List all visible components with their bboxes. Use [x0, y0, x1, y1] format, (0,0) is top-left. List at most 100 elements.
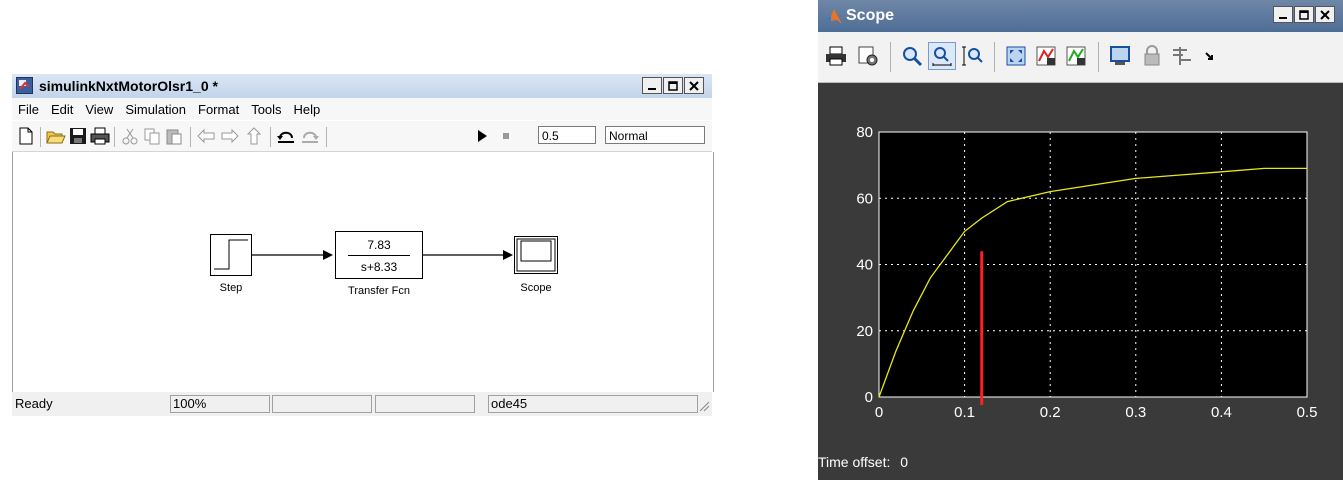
stop-time-input[interactable]: 0.5 — [538, 126, 596, 144]
close-button[interactable] — [1315, 6, 1335, 23]
step-block[interactable] — [210, 234, 252, 276]
matlab-logo-icon — [824, 9, 842, 24]
minimize-button[interactable] — [642, 77, 662, 94]
open-folder-icon — [46, 131, 66, 144]
save-axes-settings-button[interactable] — [1032, 42, 1060, 70]
open-button[interactable] — [46, 126, 66, 146]
menu-file[interactable]: File — [12, 102, 45, 117]
copy-button[interactable] — [142, 126, 162, 146]
solver-name: ode45 — [488, 395, 698, 413]
zoom-x-button[interactable] — [928, 42, 956, 70]
status-cell-blank — [375, 395, 475, 413]
start-simulation-button[interactable] — [472, 126, 492, 146]
y-tick-label: 60 — [856, 190, 873, 207]
zoom-x-icon — [932, 47, 952, 66]
print-button[interactable] — [90, 126, 110, 146]
save-icon — [70, 128, 86, 144]
redo-icon — [302, 131, 319, 143]
new-model-button[interactable] — [16, 126, 36, 146]
menu-simulation[interactable]: Simulation — [119, 102, 192, 117]
zoom-y-button[interactable] — [958, 42, 986, 70]
scope-plot[interactable]: 0 20 40 60 80 0 0.1 0.2 0.3 0.4 0.5 — [818, 83, 1343, 445]
floating-scope-button[interactable] — [1106, 42, 1134, 70]
arrow-icon — [1205, 52, 1213, 60]
model-window-title: simulinkNxtMotorOlsr1_0 * — [39, 78, 218, 94]
maximize-icon — [668, 80, 678, 91]
time-offset-label: Time offset: — [818, 454, 891, 470]
undo-button[interactable] — [276, 126, 296, 146]
scope-titlebar[interactable]: Scope — [818, 0, 1343, 32]
print-button[interactable] — [822, 42, 850, 70]
autoscale-button[interactable] — [1002, 42, 1030, 70]
cut-button[interactable] — [120, 126, 140, 146]
transfer-fcn-label: Transfer Fcn — [348, 285, 410, 297]
menu-edit[interactable]: Edit — [45, 102, 79, 117]
restore-axes-icon — [1066, 46, 1086, 66]
paste-icon — [166, 129, 182, 145]
model-titlebar[interactable]: simulinkNxtMotorOlsr1_0 * — [12, 74, 712, 99]
menu-tools[interactable]: Tools — [245, 102, 287, 117]
play-icon — [478, 130, 487, 142]
menu-bar: File Edit View Simulation Format Tools H… — [12, 98, 712, 120]
model-toolbar: 0.5 Normal — [12, 121, 712, 152]
stop-icon — [503, 133, 509, 139]
toolbar-separator — [270, 127, 271, 147]
maximize-button[interactable] — [663, 77, 683, 94]
x-tick-label: 0 — [875, 404, 883, 421]
forward-button[interactable] — [220, 126, 240, 146]
save-button[interactable] — [68, 126, 88, 146]
maximize-icon — [1299, 9, 1309, 20]
close-button[interactable] — [684, 77, 704, 94]
parameters-button[interactable] — [854, 42, 882, 70]
restore-axes-settings-button[interactable] — [1062, 42, 1090, 70]
back-button[interactable] — [196, 126, 216, 146]
lock-axes-button[interactable] — [1138, 42, 1166, 70]
x-tick-label: 0.4 — [1211, 404, 1232, 421]
step-block-label: Step — [219, 282, 243, 294]
arrow-right-icon — [221, 128, 239, 144]
lock-icon — [1144, 45, 1160, 66]
scope-block-label: Scope — [520, 282, 552, 294]
y-tick-label: 40 — [856, 257, 873, 274]
toolbar-separator — [114, 127, 115, 147]
status-bar: Ready 100% ode45 — [12, 392, 712, 416]
scope-window-title: Scope — [846, 7, 895, 24]
scope-block[interactable] — [514, 236, 558, 274]
minimize-button[interactable] — [1273, 6, 1293, 23]
toolbar-separator — [190, 127, 191, 147]
scope-toolbar — [818, 32, 1343, 83]
redo-button[interactable] — [300, 126, 320, 146]
scope-window: Scope 0 20 40 60 80 0 0.1 0.2 0.3 0.4 0.… — [818, 0, 1343, 480]
time-offset-value: 0 — [900, 454, 909, 470]
minimize-icon — [648, 87, 656, 90]
more-tools-button[interactable] — [1198, 42, 1218, 70]
undo-icon — [277, 131, 294, 143]
up-button[interactable] — [244, 126, 264, 146]
signal-arrow — [503, 250, 513, 260]
stop-simulation-button[interactable] — [496, 126, 516, 146]
signal-selection-button[interactable] — [1168, 42, 1196, 70]
toolbar-separator — [890, 42, 891, 72]
model-canvas[interactable]: Step 7.83 s+8.33 Transfer Fcn Scope — [12, 152, 714, 392]
zoom-in-icon — [903, 47, 923, 67]
maximize-button[interactable] — [1294, 6, 1314, 23]
floating-scope-icon — [1110, 46, 1130, 65]
autoscale-icon — [1006, 46, 1026, 66]
new-file-icon — [19, 127, 33, 145]
status-cell-blank — [272, 395, 372, 413]
fraction-bar — [348, 255, 410, 256]
transfer-fcn-denominator: s+8.33 — [360, 260, 398, 274]
plot-axes-box — [878, 131, 1308, 398]
simulation-mode-select[interactable]: Normal — [605, 126, 705, 144]
zoom-button[interactable] — [898, 42, 926, 70]
menu-view[interactable]: View — [79, 102, 119, 117]
menu-format[interactable]: Format — [192, 102, 245, 117]
transfer-fcn-numerator: 7.83 — [367, 238, 391, 252]
simulink-app-icon — [16, 77, 33, 94]
paste-button[interactable] — [164, 126, 184, 146]
save-axes-icon — [1036, 46, 1056, 66]
toolbar-separator — [994, 42, 995, 72]
menu-help[interactable]: Help — [288, 102, 327, 117]
transfer-fcn-block[interactable]: 7.83 s+8.33 — [335, 231, 423, 279]
resize-grip-icon[interactable] — [698, 400, 710, 412]
